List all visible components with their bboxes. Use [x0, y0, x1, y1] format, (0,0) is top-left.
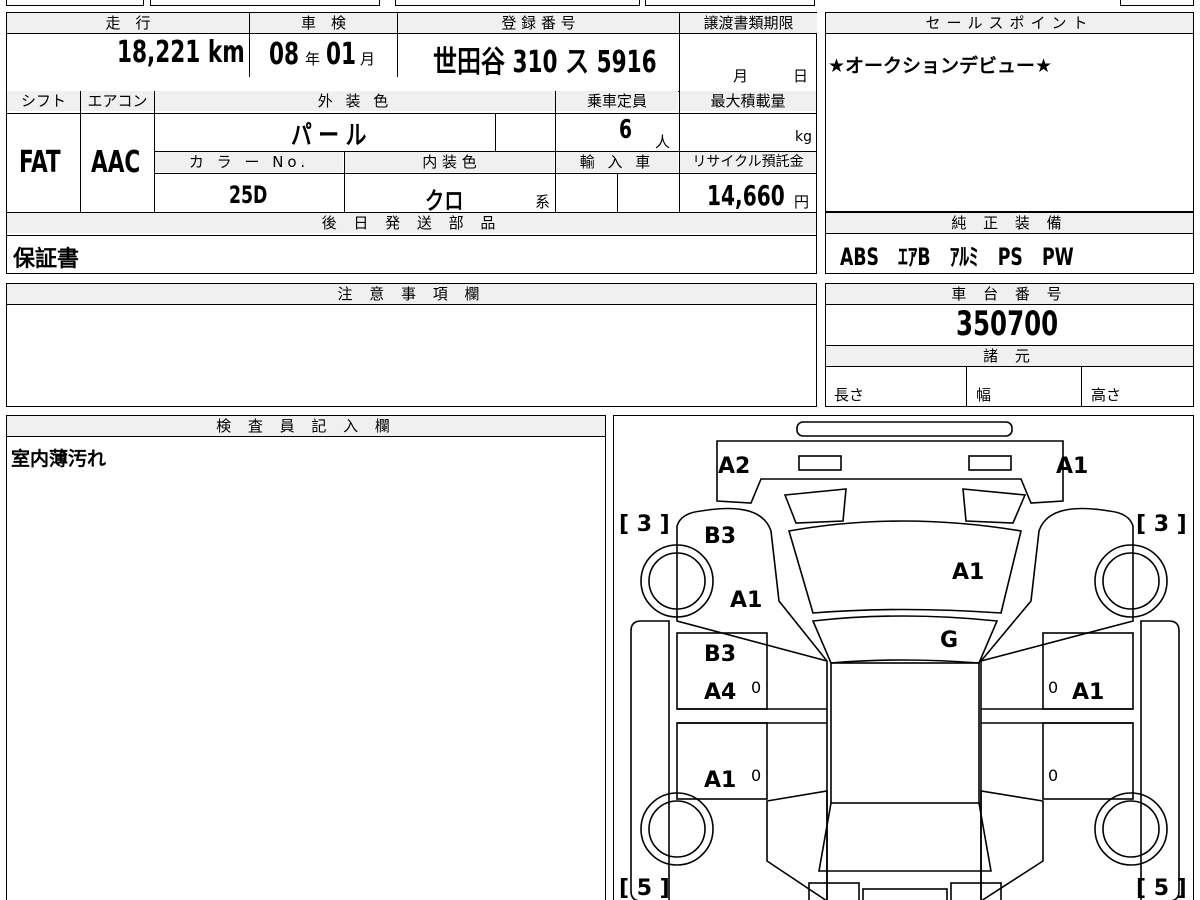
- sales-point-header: セールスポイント: [826, 13, 1193, 34]
- shift-value: FAT: [19, 145, 61, 180]
- right-front-fender: [980, 510, 1134, 662]
- shaken-value: 08 年 01 月: [269, 37, 376, 72]
- damage-mark-front-left: A2: [718, 454, 751, 479]
- notes-box: 注 意 事 項 欄: [6, 283, 817, 407]
- transfer-month-unit: 月: [733, 67, 749, 85]
- rear-window: [818, 802, 992, 872]
- door-handle-lf: 0: [751, 678, 762, 697]
- capacity-value: 6: [619, 115, 633, 145]
- spec-width-label: 幅: [976, 386, 992, 404]
- color-no-value: 25D: [229, 181, 268, 209]
- max-load-header: 最大積載量: [680, 91, 816, 111]
- tire-front-left-label: [ 3 ]: [619, 512, 670, 537]
- notes-header: 注 意 事 項 欄: [7, 284, 816, 305]
- registration-header: 登 録 番 号: [398, 13, 679, 33]
- windshield: [787, 520, 1022, 614]
- roof-front: [811, 615, 999, 664]
- import-header: 輸 入 車: [556, 152, 678, 172]
- equipment-box: 純 正 装 備 ABS ｴｱB ｱﾙﾐ PS PW: [825, 212, 1194, 274]
- spec-length-label: 長さ: [834, 386, 865, 404]
- wheel-rear-left: [640, 792, 714, 866]
- door-handle-rr: 0: [1048, 766, 1059, 785]
- door-handle-lr: 0: [751, 766, 762, 785]
- color-no-header: カ ラ ー No.: [155, 152, 343, 172]
- damage-mark-left-front-door-2: A4: [704, 680, 737, 705]
- inspector-value: 室内薄汚れ: [11, 448, 107, 470]
- inspector-header: 検 査 員 記 入 欄: [7, 416, 605, 437]
- spec-height-label: 高さ: [1091, 386, 1122, 404]
- mileage-header: 走 行: [7, 13, 249, 33]
- shaken-header: 車 検: [250, 13, 397, 33]
- aircon-header: エアコン: [81, 91, 154, 111]
- interior-color-unit: 系: [535, 193, 551, 211]
- roof: [830, 662, 980, 804]
- damage-mark-windshield: A1: [952, 560, 985, 585]
- chassis-header: 車 台 番 号: [826, 284, 1193, 305]
- sales-point-value: ★オークションデビュー★: [828, 55, 1053, 77]
- top-strip-2: [150, 0, 380, 6]
- vehicle-info-table: 走 行 車 検 登 録 番 号 譲渡書類期限 18,221 km 08 年 01 月 …: [6, 12, 817, 274]
- top-strip-3: [395, 0, 640, 6]
- capacity-unit: 人: [655, 133, 671, 151]
- recycle-header: リサイクル預託金: [680, 152, 816, 172]
- transfer-deadline-header: 譲渡書類期限: [680, 13, 817, 33]
- front-spoiler: [796, 421, 1013, 437]
- aircon-value: AAC: [91, 145, 141, 180]
- tire-rear-right-label: [ 5 ]: [1136, 876, 1187, 900]
- exterior-color-value: パ ー ル: [291, 121, 367, 151]
- right-grille: [962, 488, 1027, 524]
- tire-front-right-label: [ 3 ]: [1136, 512, 1187, 537]
- later-parts-value: 保証書: [13, 247, 80, 272]
- damage-mark-left-fender-lower: A1: [730, 588, 763, 613]
- chassis-value: 350700: [956, 304, 1059, 344]
- top-strip-1: [6, 0, 144, 6]
- damage-mark-left-fender-upper: B3: [704, 524, 737, 549]
- specs-header: 諸 元: [826, 346, 1193, 367]
- wheel-rear-right: [1094, 792, 1168, 866]
- capacity-header: 乗車定員: [556, 91, 678, 111]
- damage-mark-left-rear-door: A1: [704, 768, 737, 793]
- interior-color-value: クロ: [425, 187, 464, 215]
- left-headlamp: [798, 455, 842, 471]
- damage-mark-front-right: A1: [1056, 454, 1089, 479]
- exterior-color-header: 外 装 色: [155, 91, 555, 111]
- damage-mark-right-front-door: A1: [1072, 680, 1105, 705]
- mileage-value: 18,221 km: [117, 35, 245, 70]
- interior-color-header: 内 装 色: [345, 152, 554, 172]
- transfer-day-unit: 日: [793, 67, 809, 85]
- registration-value: 世田谷 310 ス 5916: [433, 45, 657, 80]
- equipment-value: ABS ｴｱB ｱﾙﾐ PS PW: [840, 243, 1074, 271]
- damage-diagram: [ 3 ] [ 3 ] [ 5 ] [ 5 ] A2 A1 B3 A1 A1 G…: [613, 415, 1194, 900]
- right-headlamp: [968, 455, 1012, 471]
- max-load-unit: kg: [795, 129, 812, 145]
- wheel-front-right: [1094, 544, 1168, 618]
- tire-rear-left-label: [ 5 ]: [619, 876, 670, 900]
- car-outline-diagram: [630, 421, 1180, 900]
- right-rear-door: [1042, 722, 1134, 800]
- inspector-box: 検 査 員 記 入 欄 室内薄汚れ: [6, 415, 606, 900]
- recycle-value: 14,660: [707, 179, 785, 212]
- left-grille: [783, 488, 847, 524]
- damage-mark-roof-front: G: [940, 628, 959, 653]
- top-strip-4: [645, 0, 815, 6]
- top-strip-5: [1120, 0, 1194, 6]
- door-handle-rf: 0: [1048, 678, 1059, 697]
- damage-mark-left-front-door-1: B3: [704, 642, 737, 667]
- body-outline: [700, 507, 1110, 900]
- equipment-header: 純 正 装 備: [826, 213, 1193, 234]
- recycle-unit: 円: [794, 193, 810, 211]
- sales-point-box: セールスポイント ★オークションデビュー★: [825, 12, 1194, 212]
- later-parts-header: 後 日 発 送 部 品: [7, 213, 816, 233]
- chassis-box: 車 台 番 号 350700 諸 元 長さ 幅 高さ: [825, 283, 1194, 407]
- shift-header: シフト: [7, 91, 80, 111]
